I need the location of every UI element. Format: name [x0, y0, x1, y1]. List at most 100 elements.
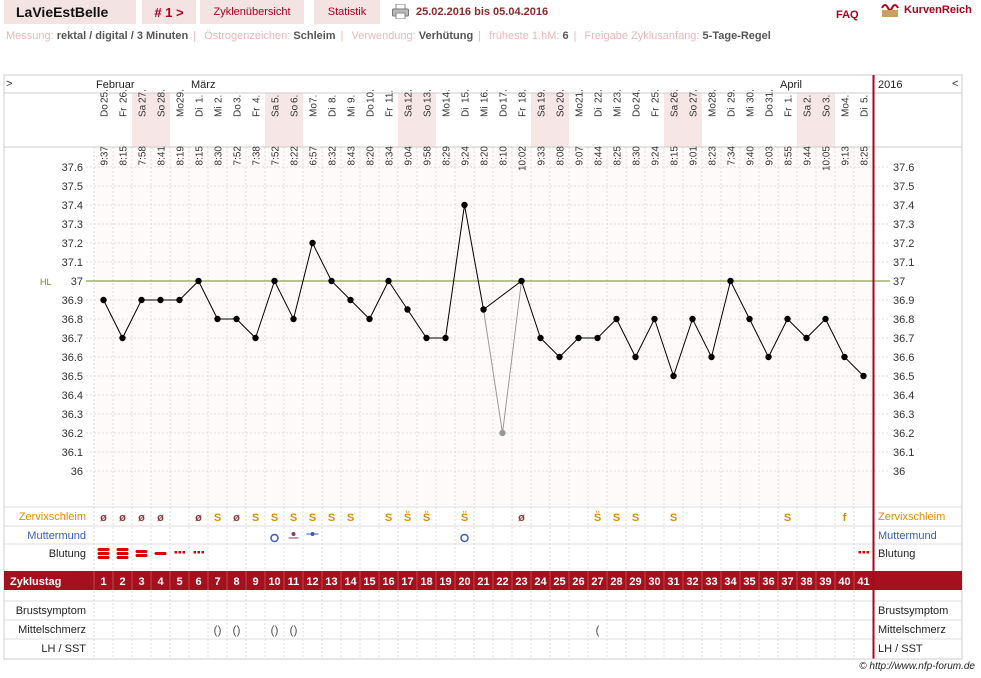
day-date-label: 13.	[423, 89, 434, 103]
day-date-label: 2.	[214, 95, 225, 103]
day-weekday-label: Di	[195, 108, 206, 117]
day-time-label: 9:07	[575, 146, 586, 166]
mucus-symbol: S̈	[423, 511, 430, 524]
mucus-symbol: S	[613, 512, 620, 524]
day-weekday-label: So	[556, 104, 567, 117]
day-weekday-label: Di	[727, 108, 738, 117]
day-date-label: 16.	[480, 89, 491, 103]
temperature-point	[689, 315, 696, 323]
y-tick-label-left: 37.4	[62, 200, 83, 212]
row-label-right-lh: LH / SST	[878, 643, 923, 655]
day-date-label: 1.	[784, 95, 795, 103]
day-weekday-label: Mi	[746, 106, 757, 117]
day-date-label: 1.	[195, 95, 206, 103]
row-label-mucus: Zervixschleim	[19, 511, 86, 523]
mucus-symbol: S	[385, 512, 392, 524]
day-weekday-label: Fr	[119, 107, 130, 117]
temperature-point	[860, 372, 867, 380]
day-date-label: 17.	[499, 89, 510, 103]
cycle-day-number: 22	[496, 576, 508, 588]
day-weekday-label: Di	[328, 108, 339, 117]
day-date-label: 3.	[822, 95, 833, 103]
day-weekday-label: Mi	[613, 106, 624, 117]
cycle-day-number: 30	[648, 576, 660, 588]
y-tick-label-left: 36.3	[62, 409, 83, 421]
cycle-day-number: 41	[857, 576, 869, 588]
bleeding-spot	[862, 551, 865, 554]
cycle-day-number: 18	[420, 576, 432, 588]
day-time-label: 8:22	[290, 146, 301, 166]
mucus-symbol: S	[214, 512, 221, 524]
day-weekday-label: Di	[461, 108, 472, 117]
mucus-symbol: S	[670, 512, 677, 524]
temperature-point	[708, 353, 715, 361]
bleeding-spot	[174, 551, 177, 554]
day-time-label: 8:10	[499, 146, 510, 166]
year-label: 2016	[878, 79, 902, 91]
temperature-point	[461, 201, 468, 209]
temperature-point	[670, 372, 677, 380]
y-tick-label-right: 37.4	[893, 200, 914, 212]
temperature-point	[727, 277, 734, 285]
temperature-point	[423, 334, 430, 342]
mucus-symbol: S	[328, 512, 335, 524]
day-weekday-label: Mo	[176, 103, 187, 117]
cover-line-label: HL	[40, 277, 52, 287]
bleeding-bar	[154, 552, 167, 555]
y-tick-label-right: 37.1	[893, 257, 914, 269]
cycle-day-number: 31	[667, 576, 679, 588]
y-tick-label-left: 36	[71, 466, 83, 478]
day-weekday-label: Di	[860, 108, 871, 117]
day-date-label: 26.	[670, 89, 681, 103]
day-weekday-label: Mo	[708, 103, 719, 117]
scroll-right-button[interactable]: <	[952, 78, 958, 90]
row-label-cervix: Muttermund	[27, 530, 86, 542]
cycle-day-number: 11	[288, 576, 300, 588]
mucus-symbol: S̈	[594, 511, 601, 524]
y-tick-label-right: 37.5	[893, 181, 914, 193]
row-label-right-cervix: Muttermund	[878, 530, 937, 542]
y-tick-label-left: 36.1	[62, 447, 83, 459]
bleeding-spot	[182, 551, 185, 554]
day-weekday-label: Sa	[271, 104, 282, 117]
mucus-symbol: S̈	[404, 511, 411, 524]
day-weekday-label: Do	[499, 104, 510, 117]
temperature-point	[100, 296, 107, 304]
y-tick-label-left: 37	[71, 276, 83, 288]
midpain-symbol: (	[596, 623, 600, 637]
y-tick-label-left: 36.4	[62, 390, 83, 402]
day-weekday-label: So	[423, 104, 434, 117]
bleeding-bar	[97, 548, 110, 551]
cycle-day-number: 13	[325, 576, 337, 588]
mucus-symbol: S	[632, 512, 639, 524]
y-tick-label-left: 36.6	[62, 352, 83, 364]
day-weekday-label: Sa	[803, 104, 814, 117]
y-tick-label-right: 36.9	[893, 295, 914, 307]
y-tick-label-left: 36.8	[62, 314, 83, 326]
row-label-right-bleed: Blutung	[878, 548, 915, 560]
mucus-symbol: ø	[157, 512, 164, 524]
cycle-day-number: 12	[306, 576, 318, 588]
row-label-cycleday: Zyklustag	[10, 576, 61, 588]
cycle-day-number: 15	[363, 576, 375, 588]
scroll-left-button[interactable]: >	[6, 78, 12, 90]
y-tick-label-left: 37.5	[62, 181, 83, 193]
day-time-label: 8:15	[670, 146, 681, 166]
y-tick-label-left: 36.7	[62, 333, 83, 345]
cycle-day-number: 8	[233, 576, 239, 588]
plot-area	[94, 147, 873, 505]
cycle-day-number: 7	[214, 576, 220, 588]
day-weekday-label: Sa	[404, 104, 415, 117]
day-date-label: 27.	[138, 89, 149, 103]
midpain-symbol: ()	[290, 623, 298, 637]
cycle-day-number: 2	[119, 576, 125, 588]
temperature-point	[594, 334, 601, 342]
day-time-label: 6:57	[309, 146, 320, 166]
mucus-symbol: ø	[233, 512, 240, 524]
temperature-point	[613, 315, 620, 323]
day-weekday-label: Mi	[214, 106, 225, 117]
cycle-day-number: 34	[724, 576, 737, 588]
day-date-label: 27.	[689, 89, 700, 103]
temperature-point	[195, 277, 202, 285]
row-label-right-breast: Brustsymptom	[878, 605, 948, 617]
